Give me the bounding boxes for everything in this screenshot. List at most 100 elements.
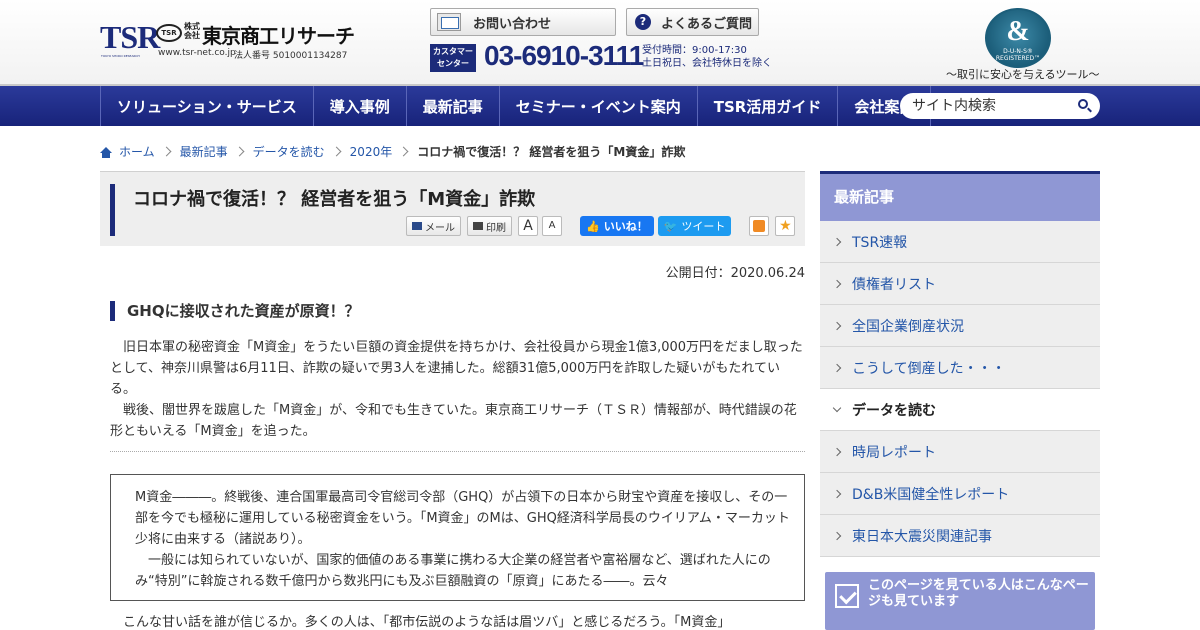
corp-kind: 株式会社 (184, 22, 200, 40)
corporate-number: 法人番号 5010001134287 (234, 51, 348, 61)
nav-item-seminars[interactable]: セミナー・イベント案内 (500, 86, 698, 126)
page-title: コロナ禍で復活！？ 経営者を狙う「M資金」詐欺 (133, 189, 536, 210)
sidebar-item-creditor-list[interactable]: 債権者リスト (820, 263, 1100, 305)
breadcrumb: ホーム 最新記事 データを読む 2020年 コロナ禍で復活！？ 経営者を狙う「M… (100, 143, 685, 160)
checkbox-icon (835, 584, 859, 608)
article-paragraph: 戦後、闇世界を跋扈した「M資金」が、令和でも生きていた。東京商工リサーチ（ＴＳＲ… (110, 403, 797, 439)
recommendation-box: このページを見ている人はこんなページも見ています (825, 572, 1095, 630)
phone-number[interactable]: 03-6910-3111 (484, 40, 644, 72)
sidebar-item-label: D&B米国健全性レポート (852, 486, 1010, 503)
breadcrumb-read-data[interactable]: データを読む (253, 143, 325, 160)
title-accent-bar (110, 184, 115, 236)
section-heading-text: GHQに接収された資産が原資！？ (127, 302, 360, 320)
mail-share-button[interactable]: メール (406, 216, 461, 236)
sidebar-item-bankruptcy-status[interactable]: 全国企業倒産状況 (820, 305, 1100, 347)
sidebar-item-label: こうして倒産した・・・ (852, 360, 1006, 377)
mail-icon (412, 222, 422, 230)
sidebar-item-label: 東日本大震災関連記事 (852, 528, 992, 545)
contact-label: お問い合わせ (473, 16, 552, 32)
sidebar-item-tsr-flash[interactable]: TSR速報 (820, 221, 1100, 263)
quote-paragraph: 一般には知られていないが、国家的価値のある事業に携わる大企業の経営者や富裕層など… (135, 553, 771, 589)
dnb-registered: REGISTERED™ (995, 55, 1041, 62)
home-icon (100, 146, 112, 158)
business-hours: 受付時間：9:00-17:30 土日祝日、会社特休日を除く (642, 44, 772, 70)
sidebar-item-label: 時局レポート (852, 444, 936, 461)
tweet-button[interactable]: 🐦 ツイート (657, 216, 732, 236)
company-name: 東京商工リサーチ (202, 24, 355, 48)
article-header: コロナ禍で復活！？ 経営者を狙う「M資金」詐欺 メール 印刷 A A 👍 いいね… (100, 171, 805, 246)
article-paragraph: 旧日本軍の秘密資金「M資金」をうたい巨額の資金提供を持ちかけ、会社役員から現金1… (110, 340, 803, 397)
bookmark-star-icon[interactable]: ★ (775, 216, 796, 236)
recommendation-heading: このページを見ている人はこんなページも見ています (868, 578, 1089, 609)
print-button[interactable]: 印刷 (467, 216, 512, 236)
cc-badge-line2: センター (437, 59, 469, 68)
nav-item-case-studies[interactable]: 導入事例 (314, 86, 407, 126)
chevron-right-icon (234, 146, 245, 157)
sidebar-item-label: データを読む (852, 402, 936, 419)
article-tools: メール 印刷 A A 👍 いいね！ 🐦 ツイート ★ (406, 216, 796, 236)
site-header: TSR TOKYO SHOKO RESEARCH TSR 株式会社 東京商工リサ… (0, 0, 1200, 84)
chevron-right-icon (331, 146, 342, 157)
sidebar-heading[interactable]: 最新記事 (820, 171, 1100, 221)
tsr-logo-sub: TOKYO SHOKO RESEARCH (101, 54, 140, 58)
customer-center-badge: カスタマー センター (430, 44, 476, 72)
chevron-down-icon (832, 403, 842, 413)
rss-icon[interactable] (749, 216, 770, 236)
faq-button[interactable]: ? よくあるご質問 (626, 8, 759, 36)
chevron-right-icon (832, 279, 842, 288)
quote-box: M資金―――。終戦後、連合国軍最高司令官総司令部（GHQ）が占領下の日本から財宝… (110, 474, 805, 601)
site-url: www.tsr-net.co.jp (158, 48, 236, 58)
breadcrumb-current: コロナ禍で復活！？ 経営者を狙う「M資金」詐欺 (417, 145, 686, 159)
print-label: 印刷 (486, 222, 506, 234)
company-logo[interactable]: TSR TOKYO SHOKO RESEARCH TSR 株式会社 東京商工リサ… (100, 18, 355, 62)
tweet-label: ツイート (681, 220, 726, 233)
font-size-large-button[interactable]: A (518, 216, 538, 236)
sidebar: 最新記事 TSR速報 債権者リスト 全国企業倒産状況 こうして倒産した・・・ デ… (820, 171, 1100, 557)
nav-items: ソリューション・サービス 導入事例 最新記事 セミナー・イベント案内 TSR活用… (100, 86, 932, 126)
article-paragraph: こんな甘い話を誰が信じるか。多くの人は、「都市伝説のような話は眉ツバ」と感じるだ… (110, 615, 731, 630)
chevron-right-icon (832, 531, 842, 540)
dnb-logo[interactable]: & D-U-N-S® REGISTERED™ (985, 8, 1051, 68)
thumbs-up-icon: 👍 (586, 219, 600, 233)
sidebar-item-read-data[interactable]: データを読む (820, 389, 1100, 431)
nav-item-solutions[interactable]: ソリューション・サービス (100, 86, 314, 126)
font-size-small-button[interactable]: A (542, 216, 562, 236)
nav-item-tsr-guide[interactable]: TSR活用ガイド (698, 86, 839, 126)
dnb-ampersand-icon: & (1006, 16, 1030, 47)
chevron-right-icon (832, 237, 842, 246)
dnb-tagline: 〜取引に安心を与えるツール〜 (946, 68, 1100, 81)
nav-item-latest-articles[interactable]: 最新記事 (407, 86, 500, 126)
breadcrumb-year[interactable]: 2020年 (350, 143, 393, 160)
hours-line2: 土日祝日、会社特休日を除く (642, 58, 772, 69)
global-nav: ソリューション・サービス 導入事例 最新記事 セミナー・イベント案内 TSR活用… (0, 84, 1200, 126)
twitter-bird-icon: 🐦 (663, 219, 678, 233)
search-input[interactable] (912, 97, 1072, 115)
dotted-divider (110, 451, 805, 452)
breadcrumb-home-label: ホーム (119, 145, 155, 159)
sidebar-item-label: TSR速報 (852, 234, 908, 251)
quote-paragraph: M資金―――。終戦後、連合国軍最高司令官総司令部（GHQ）が占領下の日本から財宝… (135, 490, 790, 547)
chevron-right-icon (161, 146, 172, 157)
mail-share-label: メール (425, 222, 455, 234)
sidebar-item-label: 債権者リスト (852, 276, 936, 293)
sidebar-item-how-bankrupt[interactable]: こうして倒産した・・・ (820, 347, 1100, 389)
sidebar-item-dnb-report[interactable]: D&B米国健全性レポート (820, 473, 1100, 515)
sidebar-item-label: 全国企業倒産状況 (852, 318, 964, 335)
dnb-duns: D-U-N-S® (1003, 48, 1033, 55)
breadcrumb-home[interactable]: ホーム (100, 143, 155, 160)
cc-badge-line1: カスタマー (433, 47, 473, 56)
sidebar-item-current-report[interactable]: 時局レポート (820, 431, 1100, 473)
search-icon[interactable] (1078, 99, 1088, 109)
breadcrumb-latest-articles[interactable]: 最新記事 (180, 143, 228, 160)
chevron-right-icon (398, 146, 409, 157)
section-heading: GHQに接収された資産が原資！？ (110, 301, 360, 321)
chevron-right-icon (832, 321, 842, 330)
publish-date: 公開日付：2020.06.24 (665, 266, 805, 281)
sidebar-item-earthquake[interactable]: 東日本大震災関連記事 (820, 515, 1100, 557)
facebook-like-button[interactable]: 👍 いいね！ (580, 216, 654, 236)
faq-label: よくあるご質問 (661, 16, 753, 32)
question-icon: ? (635, 14, 651, 30)
chevron-right-icon (832, 363, 842, 372)
tsr-logo-mark: TSR (100, 19, 160, 55)
contact-button[interactable]: お問い合わせ (430, 8, 616, 36)
